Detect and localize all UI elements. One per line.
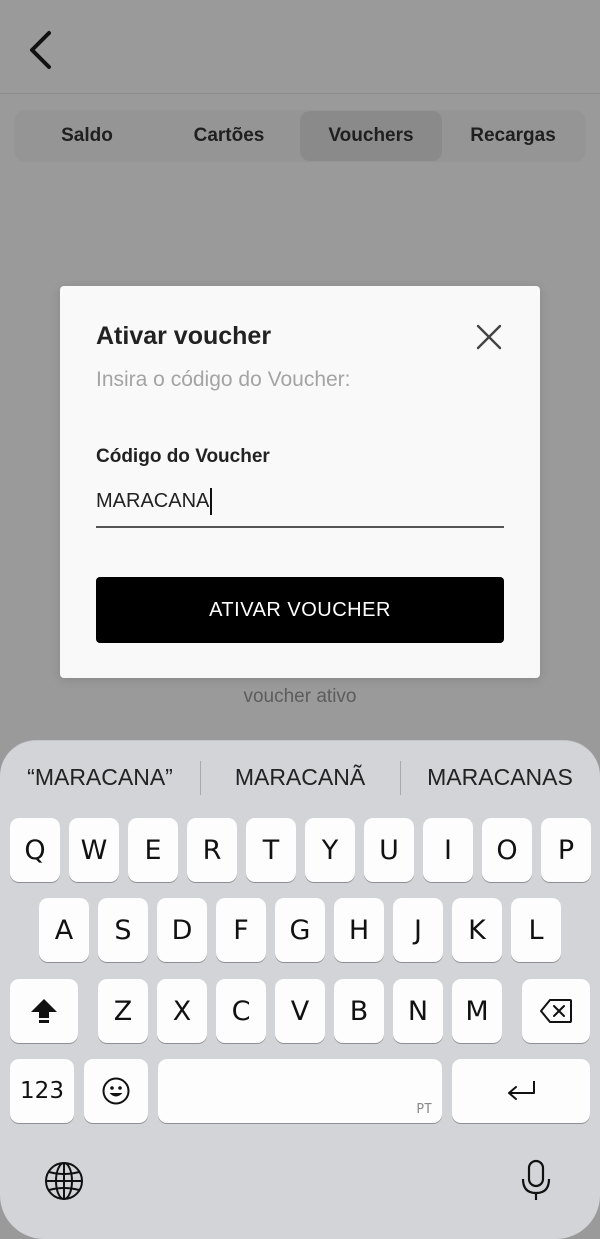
suggestion-bar: “MARACANA” MARACANÃ MARACANAS [0,741,600,813]
key-b[interactable]: B [334,979,384,1043]
shift-key[interactable] [10,979,78,1043]
close-button[interactable] [470,318,508,356]
globe-button[interactable] [36,1153,92,1209]
globe-icon [45,1162,83,1200]
dialog-title: Ativar voucher [96,322,272,350]
keyboard: “MARACANA” MARACANÃ MARACANAS Q W E R T … [0,740,600,1239]
key-h[interactable]: H [334,898,384,962]
text-caret [210,487,213,515]
suggestion-item[interactable]: “MARACANA” [0,741,200,813]
key-s[interactable]: S [98,898,148,962]
key-z[interactable]: Z [98,979,148,1043]
tab-vouchers[interactable]: Vouchers [300,111,442,161]
tab-recargas[interactable]: Recargas [442,111,584,161]
key-q[interactable]: Q [10,818,60,882]
key-a[interactable]: A [39,898,89,962]
key-e[interactable]: E [128,818,178,882]
key-d[interactable]: D [157,898,207,962]
return-icon [508,1081,535,1100]
key-j[interactable]: J [393,898,443,962]
dialog-subtitle: Insira o código do Voucher: [96,368,351,391]
header [0,0,600,94]
voucher-code-label: Código do Voucher [96,446,270,467]
numbers-key[interactable]: 123 [10,1059,74,1123]
space-key[interactable]: PT [158,1059,442,1123]
backspace-icon [540,999,572,1023]
key-g[interactable]: G [275,898,325,962]
key-n[interactable]: N [393,979,443,1043]
key-v[interactable]: V [275,979,325,1043]
activate-voucher-dialog: Ativar voucher Insira o código do Vouche… [60,286,540,678]
key-x[interactable]: X [157,979,207,1043]
voucher-code-value: MARACANA [96,489,210,512]
key-p[interactable]: P [541,818,591,882]
suggestion-item[interactable]: MARACANAS [400,741,600,813]
key-r[interactable]: R [187,818,237,882]
key-u[interactable]: U [364,818,414,882]
key-y[interactable]: Y [305,818,355,882]
emoji-key[interactable] [84,1059,148,1123]
back-button[interactable] [18,26,62,74]
close-icon [476,324,502,350]
dictation-button[interactable] [508,1153,564,1209]
key-c[interactable]: C [216,979,266,1043]
key-l[interactable]: L [511,898,561,962]
key-w[interactable]: W [69,818,119,882]
shift-icon [31,999,57,1023]
suggestion-item[interactable]: MARACANÃ [200,741,400,813]
key-t[interactable]: T [246,818,296,882]
tab-saldo[interactable]: Saldo [16,111,158,161]
activate-voucher-button[interactable]: ATIVAR VOUCHER [96,577,504,643]
key-o[interactable]: O [482,818,532,882]
voucher-code-input[interactable]: MARACANA [96,476,504,528]
tab-bar: Saldo Cartões Vouchers Recargas [14,110,586,162]
keyboard-language-label: PT [416,1102,432,1117]
tab-cartoes[interactable]: Cartões [158,111,300,161]
key-k[interactable]: K [452,898,502,962]
key-m[interactable]: M [452,979,502,1043]
return-key[interactable] [452,1059,590,1123]
chevron-left-icon [30,31,51,69]
microphone-icon [521,1159,551,1200]
key-i[interactable]: I [423,818,473,882]
delete-key[interactable] [522,979,590,1043]
emoji-icon [102,1077,130,1105]
empty-state-text: voucher ativo [243,686,357,707]
key-f[interactable]: F [216,898,266,962]
